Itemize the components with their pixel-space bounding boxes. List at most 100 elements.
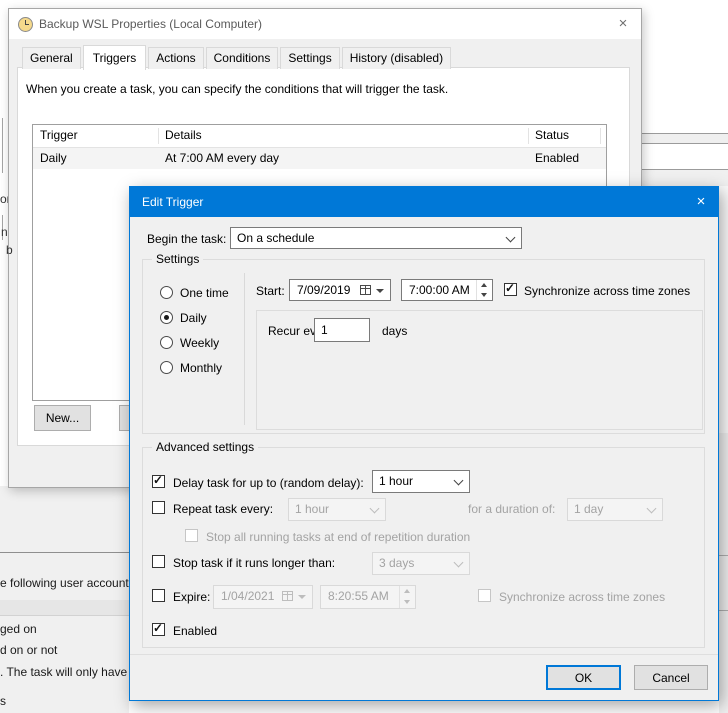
bg-text-fragment: n (1, 225, 8, 239)
chevron-down-icon (454, 476, 464, 486)
bg-separator-line (0, 552, 129, 553)
start-label: Start: (256, 284, 285, 298)
window-title: Backup WSL Properties (Local Computer) (39, 9, 262, 39)
calendar-icon (282, 591, 293, 601)
column-divider (528, 128, 529, 144)
advanced-group-label: Advanced settings (152, 440, 258, 454)
bg-text-line: . The task will only have (0, 665, 127, 679)
repeat-select: 1 hour (288, 498, 386, 521)
recur-every-value: 1 (321, 323, 328, 337)
check-icon: ✓ (153, 621, 163, 635)
spin-up-icon[interactable] (477, 280, 492, 290)
chevron-down-icon (647, 504, 657, 514)
sync-timezones-checkbox[interactable]: ✓ (504, 283, 517, 296)
tab-settings[interactable]: Settings (280, 47, 339, 69)
column-header-trigger[interactable]: Trigger (40, 125, 78, 146)
settings-group: Settings One time Daily Weekly Monthly S… (142, 259, 705, 434)
tab-strip: General Triggers Actions Conditions Sett… (22, 45, 453, 69)
bg-strip (719, 433, 728, 713)
radio-daily[interactable] (160, 311, 173, 324)
start-time-spinner[interactable]: 7:00:00 AM (401, 279, 493, 301)
bg-text-line: ged on (0, 622, 37, 636)
radio-one-time[interactable] (160, 286, 173, 299)
expire-date-picker: 1/04/2021 (213, 585, 313, 609)
start-date-picker[interactable]: 7/09/2019 (289, 279, 391, 301)
radio-one-time-label: One time (180, 286, 229, 300)
radio-monthly[interactable] (160, 361, 173, 374)
dialog-title: Edit Trigger (142, 187, 203, 217)
delay-label: Delay task for up to (random delay): (173, 476, 364, 490)
bg-band (641, 134, 728, 143)
cancel-button[interactable]: Cancel (634, 665, 708, 690)
expire-checkbox[interactable] (152, 589, 165, 602)
tab-general[interactable]: General (22, 47, 81, 69)
spin-up-icon (400, 586, 415, 597)
duration-label: for a duration of: (468, 502, 555, 516)
expire-sync-label: Synchronize across time zones (499, 590, 665, 604)
spinner-buttons (399, 586, 415, 608)
repeat-value: 1 hour (295, 502, 329, 516)
new-button[interactable]: New... (34, 405, 91, 431)
expire-label: Expire: (173, 590, 210, 604)
tab-actions[interactable]: Actions (148, 47, 203, 69)
column-divider (600, 128, 601, 144)
stop-task-select: 3 days (372, 552, 470, 575)
bg-text-fragment: b (6, 243, 13, 257)
close-icon[interactable]: × (614, 15, 632, 33)
daily-panel: Recur every: 1 days (256, 310, 703, 430)
footer-divider (130, 654, 718, 655)
window-titlebar[interactable]: Backup WSL Properties (Local Computer) × (9, 9, 641, 39)
column-header-details[interactable]: Details (165, 125, 202, 146)
stop-task-checkbox[interactable] (152, 555, 165, 568)
enabled-checkbox[interactable]: ✓ (152, 623, 165, 636)
enabled-label: Enabled (173, 624, 217, 638)
screen: on n b e following user account ged on d… (0, 0, 728, 713)
cell-trigger: Daily (40, 148, 67, 169)
bg-separator-line (719, 610, 728, 611)
duration-select: 1 day (567, 498, 663, 521)
column-header-status[interactable]: Status (535, 125, 569, 146)
radio-monthly-label: Monthly (180, 361, 222, 375)
tab-conditions[interactable]: Conditions (206, 47, 279, 69)
cell-details: At 7:00 AM every day (165, 148, 279, 169)
stop-all-checkbox (185, 529, 198, 542)
bg-disabled-field (0, 600, 129, 616)
bg-text-line: e following user account (0, 576, 129, 590)
advanced-settings-group: Advanced settings ✓ Delay task for up to… (142, 447, 705, 648)
bg-band (641, 170, 728, 186)
bg-separator-line (641, 143, 728, 144)
dropdown-arrow-icon (376, 289, 384, 293)
tab-description: When you create a task, you can specify … (26, 82, 448, 96)
delay-select[interactable]: 1 hour (372, 470, 470, 493)
dropdown-arrow-icon (298, 595, 306, 599)
radio-weekly-label: Weekly (180, 336, 219, 350)
check-icon: ✓ (153, 473, 163, 487)
radio-weekly[interactable] (160, 336, 173, 349)
stop-task-value: 3 days (379, 556, 414, 570)
delay-checkbox[interactable]: ✓ (152, 475, 165, 488)
check-icon: ✓ (505, 281, 515, 295)
spin-down-icon (400, 597, 415, 608)
start-date-value: 7/09/2019 (297, 283, 350, 297)
close-icon[interactable]: × (692, 193, 710, 211)
tab-history[interactable]: History (disabled) (342, 47, 451, 69)
expire-time-value: 8:20:55 AM (328, 589, 389, 603)
begin-task-select[interactable]: On a schedule (230, 227, 522, 249)
spin-down-icon[interactable] (477, 290, 492, 300)
table-row[interactable]: Daily At 7:00 AM every day Enabled (33, 148, 606, 169)
expire-date-value: 1/04/2021 (221, 589, 274, 603)
expire-sync-checkbox (478, 589, 491, 602)
recur-every-input[interactable]: 1 (314, 318, 370, 342)
dialog-titlebar[interactable]: Edit Trigger × (130, 187, 718, 217)
chevron-down-icon (454, 558, 464, 568)
duration-value: 1 day (574, 502, 603, 516)
repeat-label: Repeat task every: (173, 502, 273, 516)
delay-value: 1 hour (379, 474, 413, 488)
cell-status: Enabled (535, 148, 579, 169)
bg-separator-line (719, 555, 728, 556)
repeat-checkbox[interactable] (152, 501, 165, 514)
settings-group-label: Settings (152, 252, 203, 266)
tab-triggers[interactable]: Triggers (83, 45, 147, 70)
chevron-down-icon (370, 504, 380, 514)
ok-button[interactable]: OK (546, 665, 621, 690)
